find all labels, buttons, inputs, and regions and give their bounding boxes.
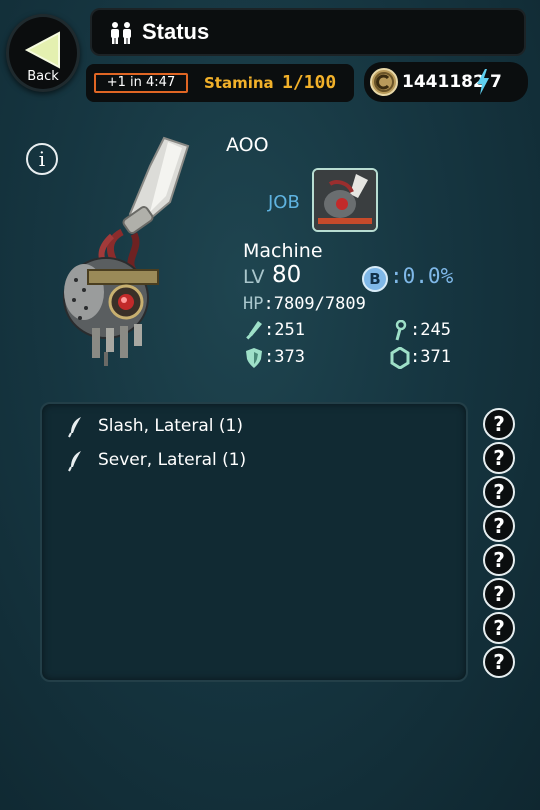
- stamina-timer: +1 in 4:47: [94, 73, 188, 93]
- level-label: LV: [243, 266, 265, 288]
- job-label: JOB: [268, 192, 300, 213]
- stamina-bar: +1 in 4:47 Stamina 1/100: [86, 64, 354, 102]
- lightning-icon: [477, 69, 489, 95]
- energy-value: 7: [490, 72, 502, 92]
- help-button-2[interactable]: ?: [483, 442, 515, 474]
- hp-value: :7809/7809: [263, 294, 366, 314]
- b-value: :0.0%: [390, 264, 454, 288]
- feather-icon: [68, 451, 81, 472]
- stamina-value: 1/100: [282, 72, 337, 93]
- unit-portrait: [63, 136, 190, 366]
- page-title: Status: [142, 19, 210, 44]
- coin-icon: [370, 68, 398, 96]
- help-button-7[interactable]: ?: [483, 612, 515, 644]
- back-label: Back: [27, 69, 59, 84]
- help-button-1[interactable]: ?: [483, 408, 515, 440]
- currency-bar: 1441182 7: [364, 62, 528, 102]
- people-icon: [111, 22, 131, 44]
- defense-value: :373: [264, 347, 305, 367]
- level-value: 80: [272, 262, 302, 288]
- skill-label: Slash, Lateral (1): [98, 416, 243, 436]
- magic-value: :245: [410, 320, 451, 340]
- shield-icon: [246, 348, 262, 368]
- feather-icon: [68, 417, 81, 438]
- skill-panel: Slash, Lateral (1) Sever, Lateral (1): [40, 402, 468, 682]
- stamina-label: Stamina: [204, 74, 274, 92]
- unit-class: Machine: [243, 240, 323, 262]
- resist-value: :371: [410, 347, 451, 367]
- hp-label: HP: [243, 294, 264, 314]
- help-button-4[interactable]: ?: [483, 510, 515, 542]
- help-button-3[interactable]: ?: [483, 476, 515, 508]
- help-button-6[interactable]: ?: [483, 578, 515, 610]
- attack-value: :251: [264, 320, 305, 340]
- unit-name: AOO: [226, 134, 269, 156]
- skill-label: Sever, Lateral (1): [98, 450, 247, 470]
- staff-icon: [395, 320, 407, 341]
- title-bar: Status: [90, 8, 526, 56]
- help-button-5[interactable]: ?: [483, 544, 515, 576]
- hp-line: HP:7809/7809: [243, 294, 366, 314]
- job-emblem-icon: [314, 170, 376, 230]
- back-arrow-icon: [24, 31, 60, 69]
- b-badge-icon: B: [362, 266, 388, 292]
- sword-icon: [246, 321, 262, 340]
- job-icon-button[interactable]: [312, 168, 378, 232]
- help-button-8[interactable]: ?: [483, 646, 515, 678]
- back-button[interactable]: Back: [6, 14, 80, 92]
- coin-value: 1441182: [402, 72, 485, 92]
- hexagon-shield-icon: [390, 347, 410, 369]
